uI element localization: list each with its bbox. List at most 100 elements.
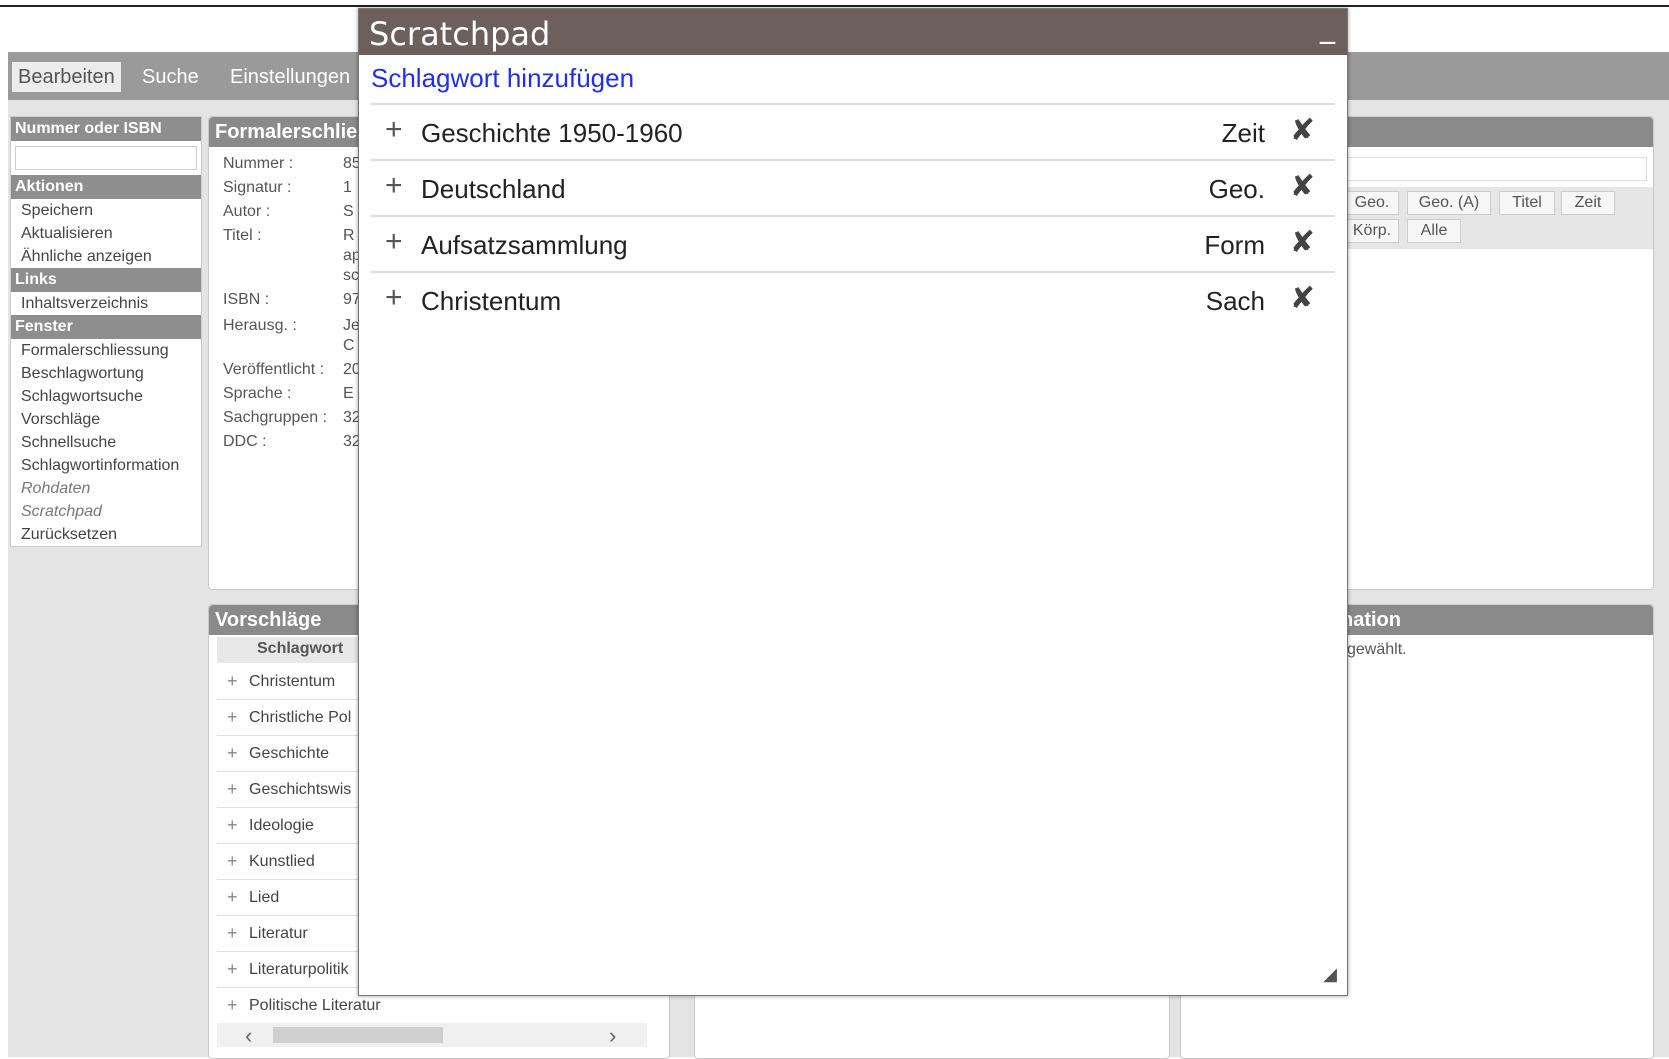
entry-label: Christentum [421, 286, 562, 316]
action-speichern[interactable]: Speichern [11, 199, 201, 222]
plus-icon[interactable]: + [227, 995, 238, 1016]
plus-icon[interactable]: + [227, 959, 238, 980]
info-text: gewählt. [1347, 641, 1407, 658]
field-label: Sachgruppen : [223, 409, 328, 426]
field-value: sc [343, 267, 359, 284]
aktionen-header: Aktionen [11, 175, 201, 199]
entry-label: Aufsatzsammlung [421, 230, 628, 260]
fenster-header: Fenster [11, 315, 201, 339]
scratchpad-dialog: Scratchpad _ Schlagwort hinzufügen + Ges… [358, 8, 1348, 996]
window-formalerschliessung[interactable]: Formalerschliessung [11, 339, 201, 362]
suggestion-label: Kunstlied [249, 853, 315, 870]
resize-grip-icon[interactable]: ◢ [1323, 964, 1337, 985]
scratchpad-entry: + Geschichte 1950-1960 Zeit ✘ [371, 103, 1335, 159]
suggestion-label: Literaturpolitik [249, 961, 349, 978]
field-label: Sprache : [223, 385, 292, 402]
plus-icon[interactable]: + [227, 815, 238, 836]
suggestion-label: Geschichtswis [249, 781, 352, 798]
menu-bearbeiten[interactable]: Bearbeiten [12, 62, 121, 92]
filter-koerp-button[interactable]: Körp. [1345, 219, 1399, 243]
menu-suche[interactable]: Suche [136, 62, 205, 92]
add-keyword-link[interactable]: Schlagwort hinzufügen [371, 63, 634, 94]
scroll-left-icon[interactable]: ‹ [245, 1023, 252, 1049]
window-schlagwortinformation[interactable]: Schlagwortinformation [11, 454, 201, 477]
plus-icon[interactable]: + [227, 743, 238, 764]
scratchpad-entry: + Aufsatzsammlung Form ✘ [371, 215, 1335, 271]
suggestion-label: Ideologie [249, 817, 314, 834]
window-schnellsuche[interactable]: Schnellsuche [11, 431, 201, 454]
filter-zeit-button[interactable]: Zeit [1561, 191, 1615, 215]
field-label: Titel : [223, 227, 262, 244]
window-beschlagwortung[interactable]: Beschlagwortung [11, 362, 201, 385]
isbn-search-input[interactable] [15, 146, 197, 170]
links-header: Links [11, 268, 201, 292]
scratchpad-entry: + Christentum Sach ✘ [371, 271, 1335, 327]
plus-icon[interactable]: + [227, 707, 238, 728]
scratchpad-titlebar[interactable]: Scratchpad _ [359, 9, 1347, 55]
window-scratchpad[interactable]: Scratchpad [11, 500, 201, 523]
field-label: Signatur : [223, 179, 292, 196]
window-vorschlaege[interactable]: Vorschläge [11, 408, 201, 431]
field-value: R [343, 227, 355, 244]
plus-icon[interactable]: + [385, 169, 403, 203]
window-zuruecksetzen[interactable]: Zurücksetzen [11, 523, 201, 546]
horizontal-scrollbar[interactable]: ‹ › [217, 1023, 647, 1049]
window-rohdaten[interactable]: Rohdaten [11, 477, 201, 500]
entry-type: Sach [1205, 286, 1265, 316]
top-border-line [0, 5, 1669, 7]
entry-label: Deutschland [421, 174, 566, 204]
filter-titel-button[interactable]: Titel [1499, 191, 1555, 215]
suggestion-label: Politische Literatur [249, 997, 381, 1014]
link-inhaltsverzeichnis[interactable]: Inhaltsverzeichnis [11, 292, 201, 315]
suggestion-label: Christentum [249, 673, 336, 690]
field-label: Nummer : [223, 155, 294, 172]
entry-type: Form [1204, 230, 1265, 260]
plus-icon[interactable]: + [227, 923, 238, 944]
entry-type: Zeit [1221, 118, 1265, 148]
field-value: C [343, 337, 355, 354]
field-value: S [343, 203, 354, 220]
window-schlagwortsuche[interactable]: Schlagwortsuche [11, 385, 201, 408]
suggestion-label: Lied [249, 889, 280, 906]
field-value: E [343, 385, 354, 402]
entry-label: Geschichte 1950-1960 [421, 118, 683, 148]
right-top-panel-title: e [1321, 117, 1653, 147]
suggestion-label: Geschichte [249, 745, 330, 762]
scrollbar-thumb[interactable] [273, 1027, 443, 1043]
delete-icon[interactable]: ✘ [1290, 225, 1315, 260]
left-sidebar: Nummer oder ISBN Aktionen Speichern Aktu… [10, 116, 202, 547]
field-label: DDC : [223, 433, 267, 450]
isbn-header: Nummer oder ISBN [11, 117, 201, 141]
field-label: Autor : [223, 203, 271, 220]
field-label: Herausg. : [223, 317, 297, 334]
filter-geo-button[interactable]: Geo. [1345, 191, 1399, 215]
plus-icon[interactable]: + [385, 113, 403, 147]
action-aktualisieren[interactable]: Aktualisieren [11, 222, 201, 245]
suggestion-label: Literatur [249, 925, 308, 942]
filter-geo-a-button[interactable]: Geo. (A) [1407, 191, 1491, 215]
column-schlagwort: Schlagwort [257, 640, 344, 657]
delete-icon[interactable]: ✘ [1290, 169, 1315, 204]
plus-icon[interactable]: + [227, 779, 238, 800]
scratchpad-entry: + Deutschland Geo. ✘ [371, 159, 1335, 215]
filter-alle-button[interactable]: Alle [1407, 219, 1461, 243]
right-search-input[interactable] [1327, 157, 1647, 181]
scroll-right-icon[interactable]: › [609, 1023, 616, 1049]
plus-icon[interactable]: + [227, 887, 238, 908]
plus-icon[interactable]: + [227, 671, 238, 692]
action-aehnliche-anzeigen[interactable]: Ähnliche anzeigen [11, 245, 201, 268]
right-top-panel: e Geo. Geo. (A) Titel Zeit Körp. Alle [1320, 116, 1654, 590]
suggestion-label: Christliche Pol [249, 709, 352, 726]
field-label: ISBN : [223, 291, 270, 308]
field-label: Veröffentlicht : [223, 361, 325, 378]
entry-type: Geo. [1208, 174, 1265, 204]
plus-icon[interactable]: + [227, 851, 238, 872]
field-value: 1 [343, 179, 352, 196]
menu-einstellungen[interactable]: Einstellungen [224, 62, 356, 92]
delete-icon[interactable]: ✘ [1290, 281, 1315, 316]
scratchpad-title: Scratchpad [369, 15, 551, 53]
delete-icon[interactable]: ✘ [1290, 113, 1315, 148]
minimize-icon[interactable]: _ [1320, 3, 1335, 53]
plus-icon[interactable]: + [385, 281, 403, 315]
plus-icon[interactable]: + [385, 225, 403, 259]
